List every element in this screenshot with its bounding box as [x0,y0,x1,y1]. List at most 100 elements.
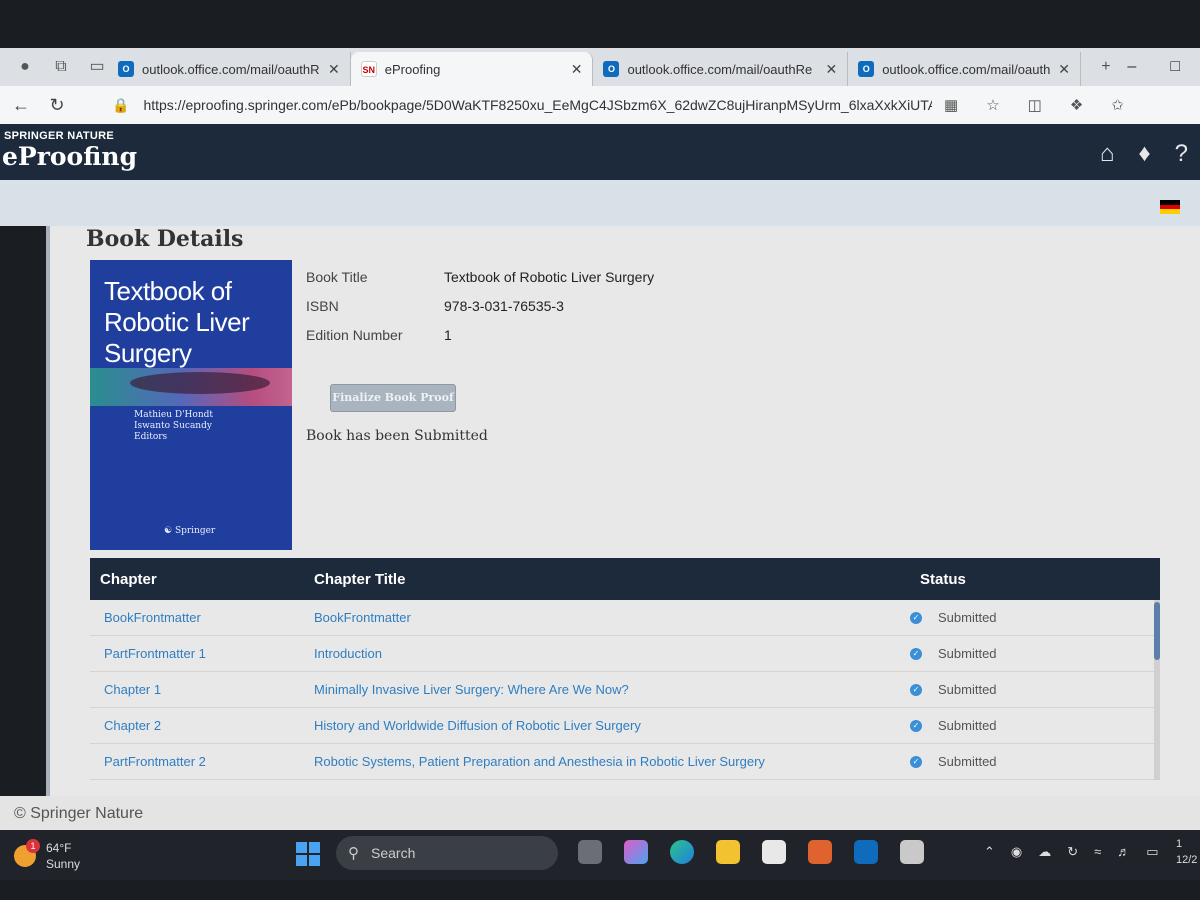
chapter-link[interactable]: Chapter 1 [90,682,314,697]
browser-tab-2[interactable]: SN eProofing ✕ [350,52,594,86]
notification-badge: 1 [26,839,40,853]
chapter-title-link[interactable]: Minimally Invasive Liver Surgery: Where … [314,682,910,697]
tab-actions-icon[interactable]: ▭ [86,56,108,78]
chapter-title-link[interactable]: Robotic Systems, Patient Preparation and… [314,754,910,769]
table-row: PartFrontmatter 2 Robotic Systems, Patie… [90,744,1160,780]
refresh-icon[interactable]: ↻ [42,95,72,116]
favorite-star-icon[interactable]: ☆ [986,96,999,114]
system-tray: ⌃ ◉ ☁ ↻ ≈ ♬ ▭ [984,844,1159,860]
sync-icon[interactable]: ↻ [1067,844,1078,860]
help-icon[interactable]: ? [1175,140,1188,168]
column-header-title: Chapter Title [314,570,406,588]
chapter-title-link[interactable]: History and Worldwide Diffusion of Robot… [314,718,910,733]
app-header: SPRINGER NATURE eProofing ⌂ ♦ ? [0,124,1200,180]
cloud-icon[interactable]: ☁ [1038,844,1051,860]
profile-icon[interactable]: ● [14,56,36,78]
german-flag-icon[interactable] [1160,200,1180,214]
check-icon: ✓ [910,755,922,768]
sun-icon: 1 [14,839,40,867]
lock-icon: 🔒 [112,96,130,113]
status-text: Submitted [938,754,997,769]
footer-copyright: © Springer Nature [14,805,144,822]
close-icon[interactable]: ✕ [328,61,340,78]
weather-text: 64°F Sunny [46,840,80,872]
check-icon: ✓ [910,719,922,732]
check-icon: ✓ [910,611,922,624]
home-icon[interactable]: ⌂ [1100,140,1115,168]
detail-value: 1 [444,326,452,343]
check-icon: ✓ [910,683,922,696]
url-field[interactable]: 🔒 https://eproofing.springer.com/ePb/boo… [112,97,932,114]
chapter-link[interactable]: PartFrontmatter 2 [90,754,314,769]
tab-title: outlook.office.com/mail/oauthRe [142,61,320,77]
volume-icon[interactable]: ♬ [1117,844,1130,860]
browser-tab-1[interactable]: O outlook.office.com/mail/oauthRe ✕ [108,52,351,86]
clock[interactable]: 1 12/2 [1176,836,1197,868]
taskbar-search[interactable]: ⚲ Search [336,836,558,870]
back-icon[interactable]: ← [6,95,36,116]
scrollbar-thumb[interactable] [1154,602,1160,660]
tab-title: eProofing [384,61,441,77]
chapter-link[interactable]: Chapter 2 [90,718,314,733]
chapter-title-link[interactable]: Introduction [314,646,910,661]
chapter-title-link[interactable]: BookFrontmatter [314,610,910,625]
grid-icon[interactable]: ▦ [944,96,958,114]
outlook-icon: O [603,61,620,77]
submission-status-message: Book has been Submitted [306,428,488,444]
close-icon[interactable]: ✕ [825,61,837,78]
status-text: Submitted [938,718,997,733]
search-placeholder: Search [371,845,416,861]
task-view-icon[interactable] [578,840,602,864]
brand-title[interactable]: eProofing [2,142,137,171]
language-bar [0,180,1200,226]
page-footer: © Springer Nature [0,796,1200,830]
snipping-tool-icon[interactable] [900,840,924,864]
detail-value: 978-3-031-76535-3 [444,297,564,314]
copilot-icon[interactable] [624,840,648,864]
favorites-icon[interactable]: ✩ [1111,96,1124,114]
split-screen-icon[interactable]: ◫ [1028,96,1042,114]
file-explorer-icon[interactable] [716,840,740,864]
detail-label: Book Title [306,268,368,285]
security-icon[interactable]: ◉ [1011,844,1022,860]
address-bar: ← ↻ 🔒 https://eproofing.springer.com/ePb… [0,86,1200,124]
cover-author: Iswanto Sucandy [134,421,212,431]
chapters-table: Chapter Chapter Title Status BookFrontma… [90,558,1160,780]
weather-temperature: 64°F [46,841,72,855]
table-row: BookFrontmatter BookFrontmatter ✓ Submitt… [90,600,1160,636]
close-icon[interactable]: ✕ [571,61,583,78]
page-title: Book Details [86,226,244,252]
url-text: https://eproofing.springer.com/ePb/bookp… [143,97,932,113]
maximize-icon[interactable]: □ [1170,58,1180,76]
browser-tab-3[interactable]: O outlook.office.com/mail/oauthRe ✕ [593,52,849,86]
edge-icon[interactable] [670,840,694,864]
tab-title: outlook.office.com/mail/oauthRe [882,61,1051,77]
header-actions: ⌂ ♦ ? [1100,140,1188,168]
chevron-up-icon[interactable]: ⌃ [984,844,995,860]
springer-icon: SN [360,61,377,77]
taskbar: 1 64°F Sunny ⚲ Search ⌃ ◉ ☁ ↻ ≈ ♬ ▭ 1 12… [0,830,1200,880]
weather-condition: Sunny [46,857,81,871]
minimize-icon[interactable]: – [1127,58,1136,76]
status-text: Submitted [938,610,997,625]
browser-tab-4[interactable]: O outlook.office.com/mail/oauthRe ✕ [848,52,1081,86]
media-player-icon[interactable] [808,840,832,864]
book-icon[interactable]: ♦ [1138,140,1150,168]
wifi-icon[interactable]: ≈ [1094,844,1101,860]
close-icon[interactable]: ✕ [1058,61,1070,78]
table-row: Chapter 1 Minimally Invasive Liver Surge… [90,672,1160,708]
new-tab-icon[interactable]: + [1095,56,1117,78]
battery-icon[interactable]: ▭ [1146,844,1158,860]
chapter-link[interactable]: BookFrontmatter [90,610,314,625]
tab-title: outlook.office.com/mail/oauthRe [627,61,813,77]
weather-widget[interactable]: 1 64°F Sunny [14,839,80,872]
store-icon[interactable] [762,840,786,864]
outlook-app-icon[interactable] [854,840,878,864]
status-cell: ✓ Submitted [910,610,1150,625]
chapter-link[interactable]: PartFrontmatter 1 [90,646,314,661]
extensions-icon[interactable]: ❖ [1070,96,1083,114]
collections-icon[interactable]: ⧉ [50,56,72,78]
finalize-book-proof-button[interactable]: Finalize Book Proof [330,384,456,412]
table-scrollbar[interactable] [1154,600,1160,780]
windows-start-icon[interactable] [296,842,320,866]
